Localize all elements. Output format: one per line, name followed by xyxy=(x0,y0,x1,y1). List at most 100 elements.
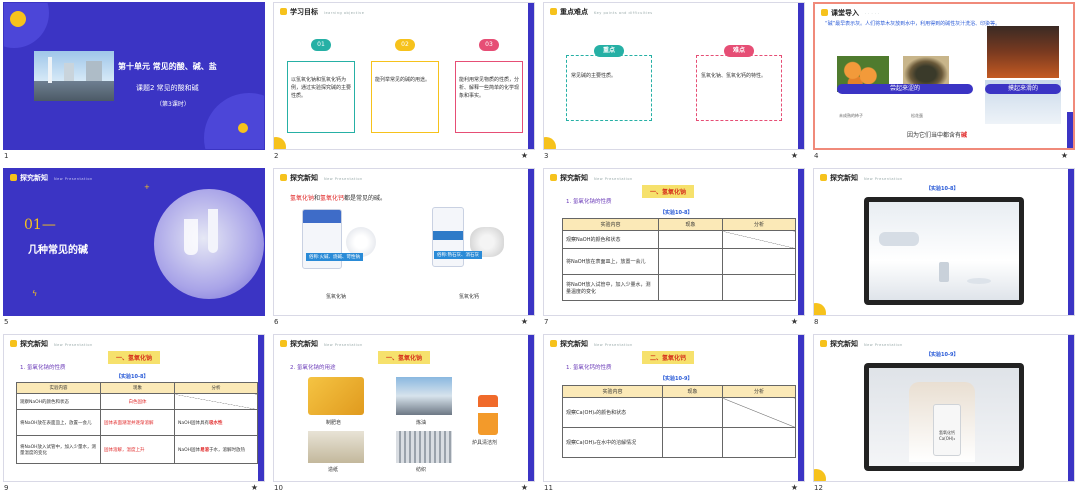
slide-header: 学习目标 learning objective xyxy=(280,7,364,17)
table-cell: 观察NaOH的颜色和状态 xyxy=(562,230,659,249)
slide-thumbnail-8[interactable]: 探究新知 New Presentation 【实验10-8】 8 xyxy=(810,166,1076,328)
section-title: 几种常见的碱 xyxy=(28,245,88,256)
slide-12-canvas[interactable]: 探究新知 New Presentation 【实验10-9】 氢氧化钙 Ca(OH… xyxy=(813,334,1075,482)
key-point-box: 常见碱的主要性质。 xyxy=(566,55,652,121)
slide-7-canvas[interactable]: 探究新知 New Presentation 一、氢氧化钠 1. 氢氧化钠的性质 【… xyxy=(543,168,805,316)
transition-star-icon[interactable]: ★ xyxy=(791,483,798,492)
slide-4-canvas[interactable]: 课堂导入 · · · · · “碱”最早表示灰。人们将草木灰放到水中，利用得到的碱… xyxy=(813,2,1075,150)
slide-thumbnail-9[interactable]: 探究新知 New Presentation 一、氢氧化钠 1. 氢氧化钠的性质 【… xyxy=(0,332,266,493)
video-frame[interactable]: 氢氧化钙 Ca(OH)₂ xyxy=(864,363,1024,471)
slide-10-canvas[interactable]: 探究新知 New Presentation 一、氢氧化钠 2. 氢氧化钠的用途 制… xyxy=(273,334,535,482)
period-label: （第3课时） xyxy=(156,101,190,108)
slide-2-canvas[interactable]: 学习目标 learning objective 01 02 03 以氢氧化钠和氢氧… xyxy=(273,2,535,150)
goal-badge-2: 02 xyxy=(395,39,415,51)
slide-thumbnail-5[interactable]: 探究新知 New Presentation + 01— 几种常见的碱 ϟ 5 xyxy=(0,166,266,328)
slide-header: 课堂导入 · · · · · xyxy=(821,8,880,18)
difficulty-box: 氢氧化钠、氢氧化钙的特性。 xyxy=(696,55,782,121)
cleaner-bottle-photo xyxy=(478,395,498,435)
goal-badge-3: 03 xyxy=(479,39,499,51)
transition-star-icon[interactable]: ★ xyxy=(521,483,528,492)
burning-ash-photo xyxy=(987,26,1059,78)
subsection-title: 1. 氢氧化钠的性质 xyxy=(20,365,66,371)
experiment-label: 【实验10-9】 xyxy=(660,376,693,382)
slide-1-canvas[interactable]: 第十单元 常见的酸、碱、盐 课题2 常见的酸和碱 （第3课时） xyxy=(3,2,265,150)
slide-number: 8 xyxy=(814,318,819,326)
transition-star-icon[interactable]: ★ xyxy=(1061,151,1068,160)
slide-number: 12 xyxy=(814,484,823,492)
experiment-label: 【实验10-8】 xyxy=(926,186,959,192)
goal-badge-1: 01 xyxy=(311,39,331,51)
soap-photo xyxy=(308,377,364,415)
subsection-title: 1. 氢氧化钙的性质 xyxy=(566,365,612,371)
slide-header: 探究新知 New Presentation xyxy=(550,173,633,183)
slide-number: 5 xyxy=(4,318,9,326)
transition-star-icon[interactable]: ★ xyxy=(791,151,798,160)
goal-box-3: 能利用常见物质的性质，分析、解释一些简单的化学现象和事实。 xyxy=(455,61,523,133)
slide-thumbnail-10[interactable]: 探究新知 New Presentation 一、氢氧化钠 2. 氢氧化钠的用途 制… xyxy=(270,332,536,493)
transition-star-icon[interactable]: ★ xyxy=(521,151,528,160)
slide-number: 4 xyxy=(814,152,819,160)
slide-header: 探究新知 New Presentation xyxy=(10,173,93,183)
slide-header: 探究新知 New Presentation xyxy=(10,339,93,349)
transition-star-icon[interactable]: ★ xyxy=(521,317,528,326)
slide-11-canvas[interactable]: 探究新知 New Presentation 二、氢氧化钙 1. 氢氧化钙的性质 【… xyxy=(543,334,805,482)
slide-5-canvas[interactable]: 探究新知 New Presentation + 01— 几种常见的碱 ϟ xyxy=(3,168,265,316)
slide-number: 1 xyxy=(4,152,9,160)
slide-thumbnail-12[interactable]: 探究新知 New Presentation 【实验10-9】 氢氧化钙 Ca(OH… xyxy=(810,332,1076,493)
slide-header: 探究新知 New Presentation xyxy=(820,173,903,183)
slide-3-canvas[interactable]: 重点难点 Key points and difficulties 重点 难点 常见… xyxy=(543,2,805,150)
slide-sorter-grid: 第十单元 常见的酸、碱、盐 课题2 常见的酸和碱 （第3课时） 1 学习目标 le… xyxy=(0,0,1080,493)
slide-thumbnail-11[interactable]: 探究新知 New Presentation 二、氢氧化钙 1. 氢氧化钙的性质 【… xyxy=(540,332,806,493)
egg-caption: 松花蛋 xyxy=(911,113,923,118)
use-label-cleaner: 炉具清洁剂 xyxy=(472,440,498,446)
slide-header: 探究新知 New Presentation xyxy=(280,339,363,349)
slide-number: 9 xyxy=(4,484,9,492)
video-frame[interactable] xyxy=(864,197,1024,305)
use-label-paper: 造纸 xyxy=(328,467,339,473)
caoh2-caption: 氢氧化钙 xyxy=(459,294,480,300)
section-number: 01— xyxy=(24,217,56,233)
refinery-photo xyxy=(396,377,452,415)
conclusion-text: 因为它们当中都含有碱 xyxy=(907,132,968,139)
experiment-table-filled: 实验内容 现象 分析 观察NaOH的颜色和状态 白色固体 将NaOH放在表面皿上，放置… xyxy=(16,382,258,464)
goal-box-1: 以氢氧化钠和氢氧化钙为例，通过实验探究碱的主要性质。 xyxy=(287,61,355,133)
slide-8-canvas[interactable]: 探究新知 New Presentation 【实验10-8】 xyxy=(813,168,1075,316)
experiment-label: 【实验10-8】 xyxy=(660,210,693,216)
slide-thumbnail-2[interactable]: 学习目标 learning objective 01 02 03 以氢氧化钠和氢氧… xyxy=(270,0,536,162)
lab-beakers-image xyxy=(154,189,264,299)
slide-6-canvas[interactable]: 探究新知 New Presentation 氢氧化钠和氢氧化钙都是常见的碱。 俗称… xyxy=(273,168,535,316)
slide-thumbnail-7[interactable]: 探究新知 New Presentation 一、氢氧化钠 1. 氢氧化钠的性质 【… xyxy=(540,166,806,328)
slide-header: 探究新知 New Presentation xyxy=(550,339,633,349)
textile-photo xyxy=(396,431,452,463)
lesson-title: 课题2 常见的酸和碱 xyxy=(136,84,199,92)
factory-photo xyxy=(34,51,114,101)
slide-9-canvas[interactable]: 探究新知 New Presentation 一、氢氧化钠 1. 氢氧化钠的性质 【… xyxy=(3,334,265,482)
bottle-label: 氢氧化钙 Ca(OH)₂ xyxy=(938,430,956,441)
slide-thumbnail-1[interactable]: 第十单元 常见的酸、碱、盐 课题2 常见的酸和碱 （第3课时） 1 xyxy=(0,0,266,162)
naoh-caption: 氢氧化钠 xyxy=(326,294,347,300)
subsection-title: 1. 氢氧化钠的性质 xyxy=(566,199,612,205)
transition-star-icon[interactable]: ★ xyxy=(251,483,258,492)
subsection-title: 2. 氢氧化钠的用途 xyxy=(290,365,336,371)
experiment-label: 【实验10-8】 xyxy=(116,374,149,380)
experiment-label: 【实验10-9】 xyxy=(926,352,959,358)
section-tag: 一、氢氧化钠 xyxy=(642,185,695,198)
experiment-table: 实验内容 现象 分析 观察NaOH的颜色和状态 将NaOH放在表面皿上，放置一会儿 … xyxy=(562,218,796,301)
table-cell: 将NaOH放入试管中，加入少量水，测量温度的变化 xyxy=(562,274,659,301)
section-tag: 二、氢氧化钙 xyxy=(642,351,695,364)
naoh-common-names: 俗称:火碱、烧碱、苛性钠 xyxy=(306,253,364,261)
goal-box-2: 能列举常见的碱的用途。 xyxy=(371,61,439,133)
slide-header: 探究新知 New Presentation xyxy=(280,173,363,183)
slide-thumbnail-6[interactable]: 探究新知 New Presentation 氢氧化钠和氢氧化钙都是常见的碱。 俗称… xyxy=(270,166,536,328)
slide-thumbnail-3[interactable]: 重点难点 Key points and difficulties 重点 难点 常见… xyxy=(540,0,806,162)
astringent-banner: 尝起来涩的 xyxy=(837,84,973,94)
transition-star-icon[interactable]: ★ xyxy=(791,317,798,326)
use-label-refining: 炼油 xyxy=(416,420,427,426)
use-label-soap: 制肥皂 xyxy=(326,420,342,426)
caoh2-common-names: 俗称:熟石灰、消石灰 xyxy=(434,251,483,259)
slide-number: 2 xyxy=(274,152,279,160)
slide-thumbnail-4[interactable]: 课堂导入 · · · · · “碱”最早表示灰。人们将草木灰放到水中，利用得到的碱… xyxy=(810,0,1076,162)
slide-header: 重点难点 Key points and difficulties xyxy=(550,7,653,17)
paper-photo xyxy=(308,431,364,463)
slide-number: 10 xyxy=(274,484,283,492)
